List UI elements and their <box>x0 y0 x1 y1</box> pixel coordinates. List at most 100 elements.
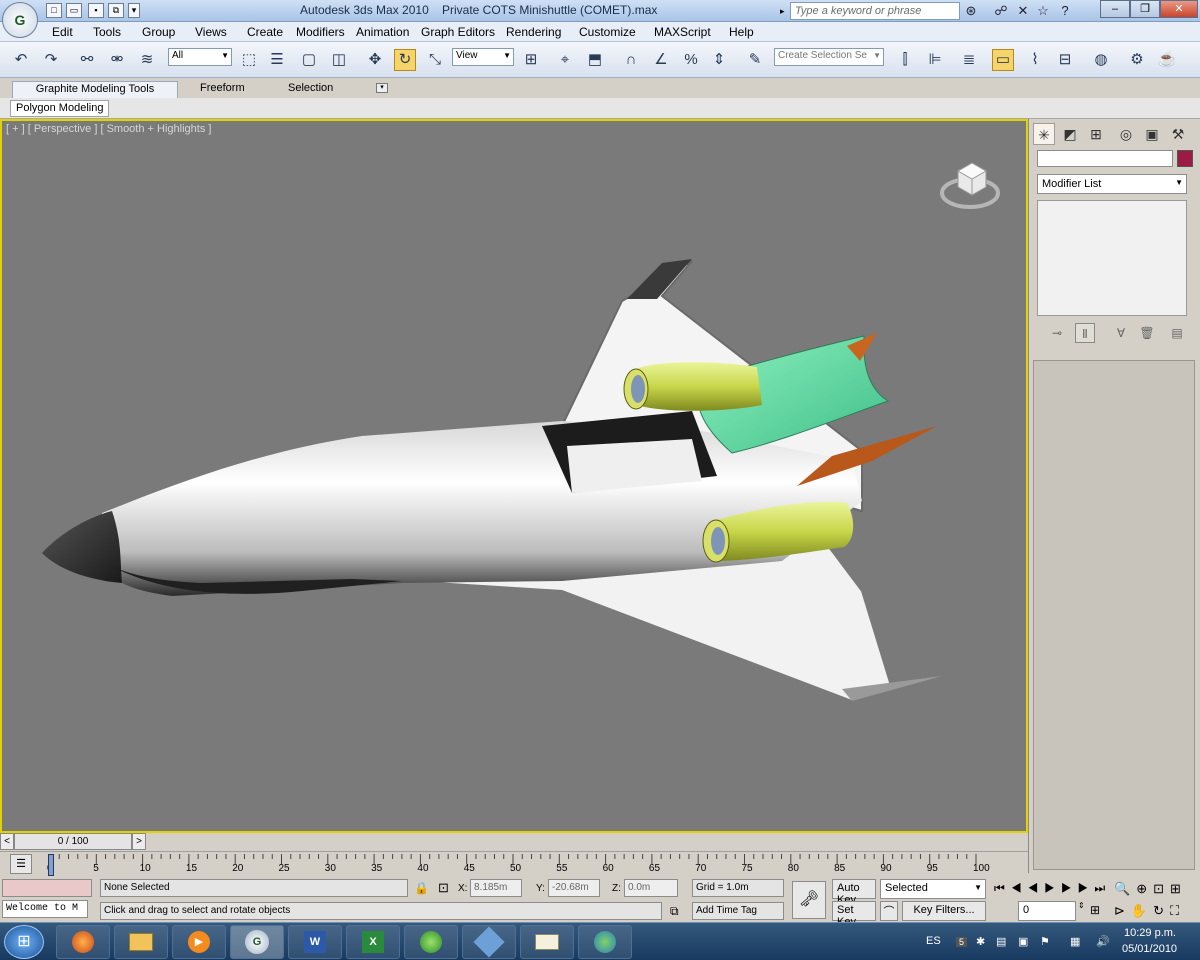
link-icon[interactable]: ⚯ <box>76 49 98 71</box>
pan-view-icon[interactable]: ✋ <box>1131 903 1153 918</box>
menu-group[interactable]: Group <box>142 25 175 39</box>
help-icon[interactable]: ? <box>1056 2 1074 20</box>
create-panel-icon[interactable]: ✳ <box>1033 123 1055 145</box>
align-icon[interactable]: ⊫ <box>924 49 946 71</box>
select-and-scale-icon[interactable]: ⤡ <box>424 49 446 71</box>
quick-access-dropdown[interactable]: ▾ <box>128 3 140 18</box>
menu-graph-editors[interactable]: Graph Editors <box>421 25 495 39</box>
virtualbox-task-icon[interactable] <box>462 925 516 959</box>
zoom-extents-all-icon[interactable]: ⊞ <box>1170 881 1187 896</box>
angle-snap-icon[interactable]: ∠ <box>650 49 672 71</box>
tray-app-icon[interactable]: ▣ <box>1018 935 1028 948</box>
current-frame-field[interactable]: 0 <box>1018 901 1076 921</box>
maximize-viewport-icon[interactable]: ⛶ <box>1170 903 1185 918</box>
select-and-rotate-icon[interactable]: ↻ <box>394 49 416 71</box>
render-setup-icon[interactable]: ⚙ <box>1126 49 1148 71</box>
previous-frame-icon[interactable]: ◀◀ <box>1011 881 1044 895</box>
menu-help[interactable]: Help <box>729 25 754 39</box>
mail-task-icon[interactable] <box>520 925 574 959</box>
start-button[interactable]: ⊞ <box>4 925 44 959</box>
app-logo[interactable]: G <box>2 2 38 38</box>
key-filters-button[interactable]: Key Filters... <box>902 901 986 921</box>
ribbon-options-icon[interactable]: ▾ <box>376 83 388 93</box>
rectangular-selection-icon[interactable]: ▢ <box>298 49 320 71</box>
flag-icon[interactable]: ⚑ <box>1040 935 1050 948</box>
search-expand-icon[interactable]: ▸ <box>780 2 790 20</box>
go-to-end-icon[interactable]: ⏭ <box>1094 881 1111 895</box>
tab-selection[interactable]: Selection <box>278 81 343 98</box>
bind-space-warp-icon[interactable]: ≋ <box>136 49 158 71</box>
remove-modifier-icon[interactable]: 🗑 <box>1137 323 1157 343</box>
play-icon[interactable]: ▶ <box>1044 881 1061 895</box>
maxscript-input[interactable]: Welcome to M <box>2 900 88 918</box>
subscription-icon[interactable]: ☍ <box>992 2 1010 20</box>
volume-icon[interactable]: 🔊 <box>1096 935 1110 948</box>
curve-editor-icon[interactable]: ⌇ <box>1024 49 1046 71</box>
modify-panel-icon[interactable]: ◩ <box>1059 123 1081 145</box>
undo-icon[interactable]: ↶ <box>10 49 32 71</box>
material-editor-icon[interactable]: ◍ <box>1090 49 1112 71</box>
reference-coordinate-dropdown[interactable]: View ▼ <box>452 48 514 66</box>
language-indicator[interactable]: ES <box>926 935 941 947</box>
y-coordinate-field[interactable]: -20.68m <box>548 879 600 897</box>
percent-snap-icon[interactable]: % <box>680 49 702 71</box>
select-and-manipulate-icon[interactable]: ⌖ <box>554 49 576 71</box>
save-file-icon[interactable]: ▪ <box>88 3 104 18</box>
keyboard-shortcut-override-icon[interactable]: ⬒ <box>584 49 606 71</box>
utilities-panel-icon[interactable]: ⚒ <box>1167 123 1189 145</box>
polygon-modeling-tab[interactable]: Polygon Modeling <box>10 100 110 117</box>
project-folder-icon[interactable]: ⧉ <box>108 3 124 18</box>
go-to-start-icon[interactable]: ⏮ <box>994 881 1011 895</box>
security-icon[interactable]: ▦ <box>1070 935 1080 948</box>
spinner-snap-icon[interactable]: ⇕ <box>708 49 730 71</box>
object-name-field[interactable] <box>1037 150 1173 167</box>
minimize-button[interactable]: – <box>1100 0 1130 18</box>
tab-freeform[interactable]: Freeform <box>190 81 255 98</box>
window-crossing-icon[interactable]: ◫ <box>328 49 350 71</box>
menu-tools[interactable]: Tools <box>93 25 121 39</box>
time-configuration-icon[interactable]: ⊞ <box>1090 903 1100 917</box>
select-by-name-icon[interactable]: ☰ <box>266 49 288 71</box>
menu-customize[interactable]: Customize <box>579 25 636 39</box>
zoom-all-icon[interactable]: ⊕ <box>1136 881 1153 896</box>
excel-task-icon[interactable]: X <box>346 925 400 959</box>
favorites-star-icon[interactable]: ☆ <box>1034 2 1052 20</box>
unlink-icon[interactable]: ⚮ <box>106 49 128 71</box>
maxscript-listener-mini[interactable] <box>2 879 92 897</box>
key-mode-dropdown[interactable]: Selected ▼ <box>880 879 986 899</box>
object-color-swatch[interactable] <box>1177 150 1193 167</box>
tray-badge[interactable]: 5 <box>956 937 968 947</box>
snaps-toggle-icon[interactable]: ∩ <box>620 49 642 71</box>
zoom-extents-icon[interactable]: ⊡ <box>1153 881 1170 896</box>
messenger-task-icon[interactable] <box>578 925 632 959</box>
bluetooth-icon[interactable]: ✱ <box>976 935 985 948</box>
field-of-view-icon[interactable]: ⊳ <box>1114 903 1131 918</box>
close-button[interactable]: ✕ <box>1160 0 1198 18</box>
edit-named-selection-icon[interactable]: ✎ <box>744 49 766 71</box>
z-coordinate-field[interactable]: 0.0m <box>624 879 678 897</box>
add-time-tag-button[interactable]: Add Time Tag <box>692 902 784 920</box>
select-object-icon[interactable]: ⬚ <box>238 49 260 71</box>
orbit-icon[interactable]: ↻ <box>1153 903 1170 918</box>
clock-time[interactable]: 10:29 p.m. <box>1124 927 1176 939</box>
clock-date[interactable]: 05/01/2010 <box>1122 943 1177 955</box>
media-player-task-icon[interactable]: ▶ <box>172 925 226 959</box>
modifier-stack[interactable] <box>1037 200 1187 316</box>
perspective-viewport[interactable]: [ + ] [ Perspective ] [ Smooth + Highlig… <box>0 119 1028 941</box>
select-and-move-icon[interactable]: ✥ <box>364 49 386 71</box>
windows-media-center-task-icon[interactable] <box>404 925 458 959</box>
hierarchy-panel-icon[interactable]: ⊞ <box>1085 123 1107 145</box>
selection-filter-dropdown[interactable]: All ▼ <box>168 48 232 66</box>
default-tangent-icon[interactable]: ⌒ <box>880 901 898 921</box>
frame-spinner[interactable]: ⇕ <box>1078 901 1085 910</box>
menu-maxscript[interactable]: MAXScript <box>654 25 711 39</box>
maximize-button[interactable]: ❐ <box>1130 0 1160 18</box>
menu-views[interactable]: Views <box>195 25 227 39</box>
menu-animation[interactable]: Animation <box>356 25 409 39</box>
search-input[interactable]: Type a keyword or phrase <box>790 2 960 20</box>
zoom-icon[interactable]: 🔍 <box>1114 881 1136 896</box>
show-end-result-icon[interactable]: Ⅱ <box>1075 323 1095 343</box>
time-tag-icon[interactable]: ⧉ <box>670 904 679 919</box>
motion-panel-icon[interactable]: ◎ <box>1115 123 1137 145</box>
explorer-task-icon[interactable] <box>114 925 168 959</box>
